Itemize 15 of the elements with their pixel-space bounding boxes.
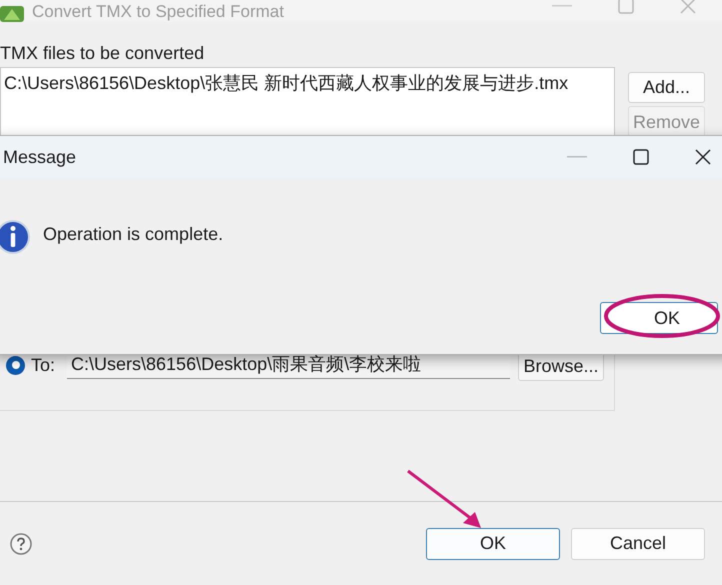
files-label: TMX files to be converted [0, 43, 204, 63]
info-icon [0, 219, 31, 255]
app-icon [0, 6, 24, 22]
file-item[interactable]: C:\Users\86156\Desktop\张慧民 新时代西藏人权事业的发展与进步.tmx [4, 70, 614, 97]
close-icon[interactable] [695, 149, 711, 165]
radio-button[interactable] [6, 356, 25, 374]
to-label: To: [31, 354, 56, 376]
help-icon[interactable] [10, 532, 32, 554]
message-text: Operation is complete. [43, 223, 224, 246]
window-title: Convert TMX to Specified Format [32, 1, 284, 22]
ok-button[interactable]: OK [426, 528, 560, 560]
cancel-button[interactable]: Cancel [571, 528, 705, 560]
add-button[interactable]: Add... [628, 72, 705, 103]
dialog-title: Message [3, 146, 76, 169]
maximize-icon[interactable] [633, 149, 649, 165]
